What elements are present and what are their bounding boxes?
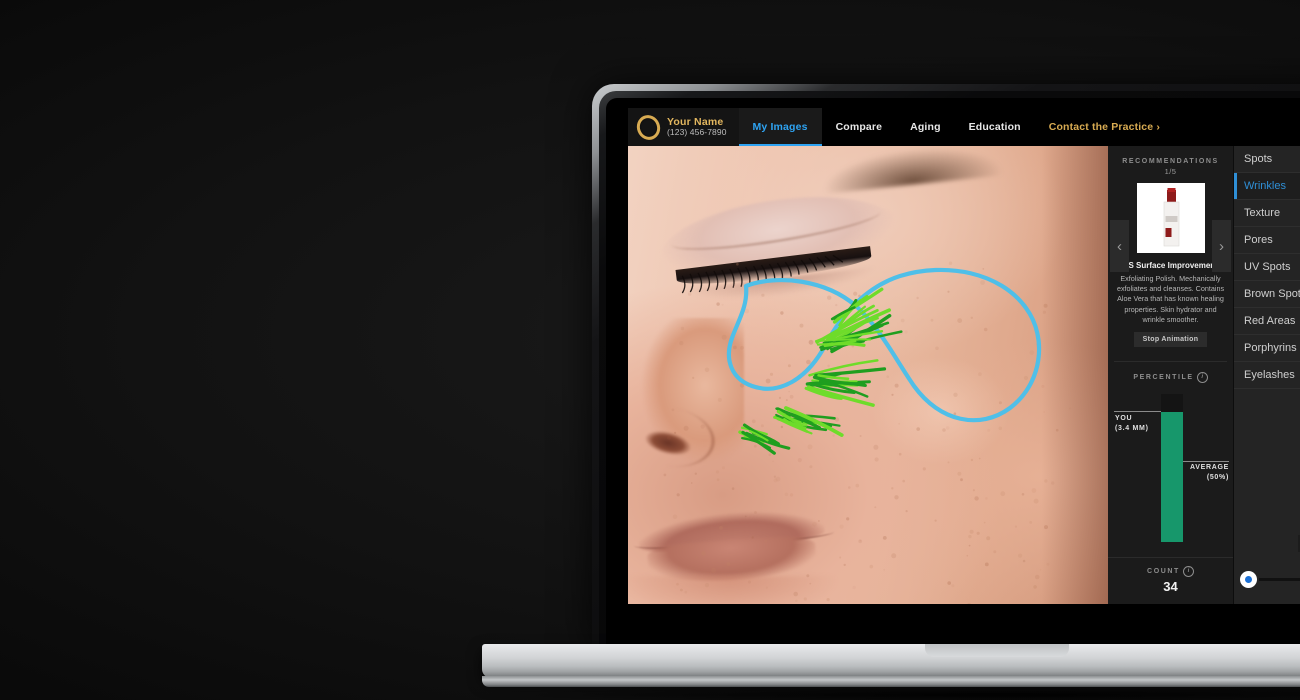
- product-image[interactable]: [1136, 183, 1205, 253]
- brand-text: Your Name (123) 456-7890: [667, 116, 727, 138]
- top-navigation: Your Name (123) 456-7890 My Images Compa…: [628, 108, 1300, 146]
- recommendations-panel: RECOMMENDATIONS 1/5 ‹ › PS Surface Impro…: [1108, 146, 1234, 604]
- you-label: YOU (3.4 MM): [1115, 414, 1149, 433]
- analysis-region-outline: [726, 267, 1042, 423]
- feature-item-porphyrins[interactable]: Porphyrins: [1234, 335, 1300, 362]
- feature-item-pores[interactable]: Pores: [1234, 227, 1300, 254]
- carousel-prev-button[interactable]: ‹: [1110, 220, 1129, 272]
- zoom-label: ZOOM: [1234, 522, 1300, 529]
- photo-viewport[interactable]: [628, 146, 1108, 604]
- feature-item-wrinkles[interactable]: Wrinkles: [1234, 173, 1300, 200]
- product-bottle-icon: [1136, 183, 1205, 253]
- rotate-slider-track[interactable]: [1259, 578, 1300, 581]
- nav-item-education[interactable]: Education: [955, 108, 1035, 146]
- average-label: AVERAGE (50%): [1190, 463, 1229, 482]
- average-label-text: AVERAGE: [1190, 464, 1229, 472]
- feature-item-texture[interactable]: Texture: [1234, 200, 1300, 227]
- you-label-text: YOU: [1115, 415, 1133, 423]
- nav-item-contact-practice[interactable]: Contact the Practice ›: [1035, 108, 1174, 146]
- count-value: 34: [1163, 579, 1178, 594]
- rotate-label: ROTATE: [1234, 591, 1300, 598]
- percentile-bar-track: [1161, 394, 1183, 543]
- laptop-lid: Your Name (123) 456-7890 My Images Compa…: [592, 84, 1300, 649]
- laptop-base-edge: [482, 676, 1300, 687]
- feature-item-red-areas[interactable]: Red Areas: [1234, 308, 1300, 335]
- stop-animation-button[interactable]: Stop Animation: [1133, 332, 1208, 348]
- skin-analysis-app: Your Name (123) 456-7890 My Images Compa…: [628, 108, 1300, 604]
- nav-item-aging[interactable]: Aging: [896, 108, 955, 146]
- percentile-title-text: PERCENTILE: [1133, 374, 1194, 382]
- feature-item-uv-spots[interactable]: UV Spots: [1234, 254, 1300, 281]
- feature-item-eyelashes[interactable]: Eyelashes: [1234, 362, 1300, 389]
- percentile-title: PERCENTILE i: [1108, 362, 1233, 384]
- laptop-mockup: Your Name (123) 456-7890 My Images Compa…: [462, 84, 1300, 700]
- practice-logo-icon: [633, 111, 664, 143]
- nav-item-compare[interactable]: Compare: [822, 108, 897, 146]
- zoom-control-row: +: [1234, 498, 1300, 519]
- carousel-next-button[interactable]: ›: [1212, 220, 1231, 272]
- brand-block[interactable]: Your Name (123) 456-7890: [628, 108, 739, 146]
- percentile-info-icon[interactable]: i: [1196, 372, 1208, 384]
- feature-list-panel: Spots Wrinkles Texture Pores UV Spots Br…: [1234, 146, 1300, 604]
- brand-phone: (123) 456-7890: [667, 127, 727, 138]
- count-info-icon[interactable]: i: [1182, 566, 1194, 577]
- you-leader-line: [1114, 411, 1161, 413]
- screenshot-root: Your Name (123) 456-7890 My Images Compa…: [0, 0, 1300, 700]
- wrinkle-analysis-overlay: [726, 267, 1042, 455]
- recommendations-title: RECOMMENDATIONS: [1122, 158, 1219, 165]
- detected-wrinkle-lines: [738, 287, 903, 455]
- feature-item-spots[interactable]: Spots: [1234, 146, 1300, 173]
- feature-label: FEATURE: [1234, 555, 1300, 562]
- percentile-bar-fill: [1161, 412, 1183, 543]
- feature-toggle: ON OFF: [1234, 535, 1300, 552]
- rotate-knob-dot: [1245, 576, 1252, 583]
- you-value-text: (3.4 MM): [1115, 424, 1149, 432]
- laptop-screen: Your Name (123) 456-7890 My Images Compa…: [628, 108, 1300, 604]
- laptop-base-notch: [925, 644, 1069, 657]
- average-value-text: (50%): [1206, 473, 1229, 481]
- rotate-slider-knob[interactable]: [1240, 571, 1257, 588]
- count-title: COUNT i: [1108, 566, 1233, 577]
- count-title-text: COUNT: [1147, 568, 1180, 575]
- app-body: RECOMMENDATIONS 1/5 ‹ › PS Surface Impro…: [628, 146, 1300, 604]
- average-leader-line: [1183, 461, 1229, 463]
- laptop-base: [482, 644, 1300, 678]
- rotate-slider[interactable]: [1234, 562, 1300, 588]
- recommendations-counter: 1/5: [1164, 167, 1177, 176]
- feature-item-brown-spots[interactable]: Brown Spots: [1234, 281, 1300, 308]
- percentile-chart: PERCENTILE i YOU (3.4 MM) AVERAGE (50%): [1108, 362, 1233, 557]
- recommendation-carousel: ‹ ›: [1108, 176, 1233, 272]
- nav-item-my-images[interactable]: My Images: [738, 108, 822, 146]
- count-box: COUNT i 34: [1108, 557, 1233, 604]
- viewer-controls: + ZOOM ON OFF FEATURE: [1234, 498, 1300, 604]
- product-description: Exfoliating Polish. Mechanically exfolia…: [1116, 274, 1225, 324]
